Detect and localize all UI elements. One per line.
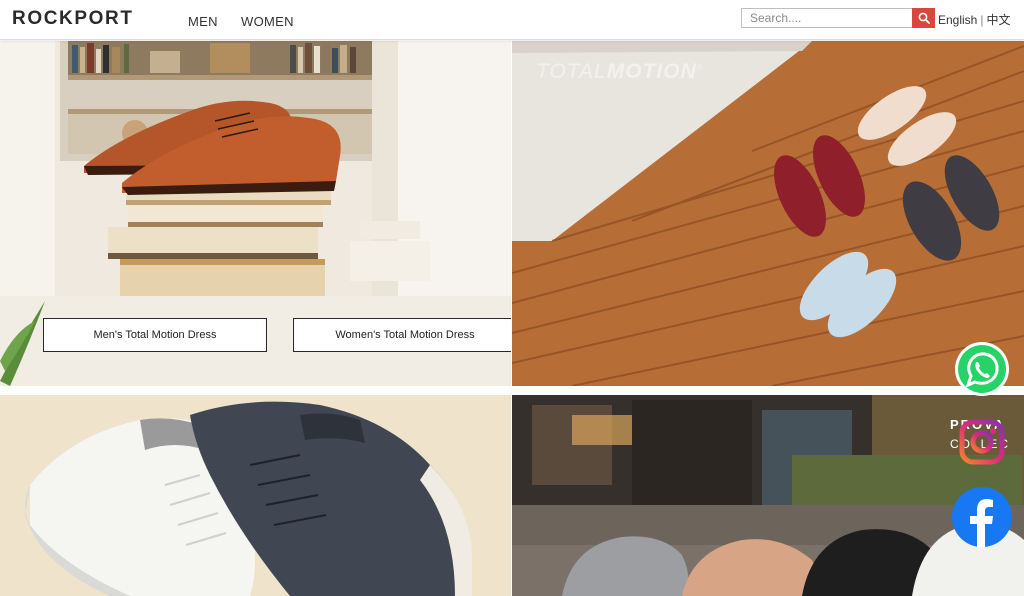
lang-english[interactable]: English xyxy=(938,13,977,27)
womens-dress-photo xyxy=(512,41,1024,386)
brand-total: TOTAL xyxy=(536,60,607,83)
nav-women[interactable]: WOMEN xyxy=(241,14,294,29)
instagram-icon[interactable] xyxy=(958,418,1006,466)
sneakers-photo xyxy=(0,395,511,596)
tile-womens-dress[interactable]: TOTALMOTION® xyxy=(512,41,1024,386)
rockport-logo[interactable]: ROCKPORT xyxy=(12,8,134,30)
search-input[interactable] xyxy=(741,8,912,28)
brand-registered: ® xyxy=(696,63,704,72)
brand-motion: MOTION xyxy=(606,60,697,83)
total-motion-logo: TOTALMOTION® xyxy=(536,60,704,84)
tile-prowalker-collection[interactable]: PROVA COLLEC xyxy=(512,395,1024,596)
lang-chinese[interactable]: 中文 xyxy=(986,13,1010,27)
site-header: ROCKPORT MEN WOMEN English|中文 xyxy=(0,0,1024,40)
mens-total-motion-dress-button[interactable]: Men's Total Motion Dress xyxy=(43,318,267,352)
street-sneakers-photo xyxy=(512,395,1024,596)
lang-separator: | xyxy=(980,13,984,27)
search-button[interactable] xyxy=(912,8,935,28)
womens-total-motion-dress-button[interactable]: Women's Total Motion Dress xyxy=(293,318,511,352)
search-icon xyxy=(918,12,930,24)
facebook-icon[interactable] xyxy=(951,486,1013,548)
whatsapp-icon[interactable] xyxy=(954,341,1010,397)
tile-mens-sneakers[interactable] xyxy=(0,395,511,596)
nav-men[interactable]: MEN xyxy=(188,14,218,29)
language-switch: English | 中文 xyxy=(938,11,1011,28)
tile-mens-dress[interactable]: Men's Total Motion Dress Women's Total M… xyxy=(0,41,511,386)
